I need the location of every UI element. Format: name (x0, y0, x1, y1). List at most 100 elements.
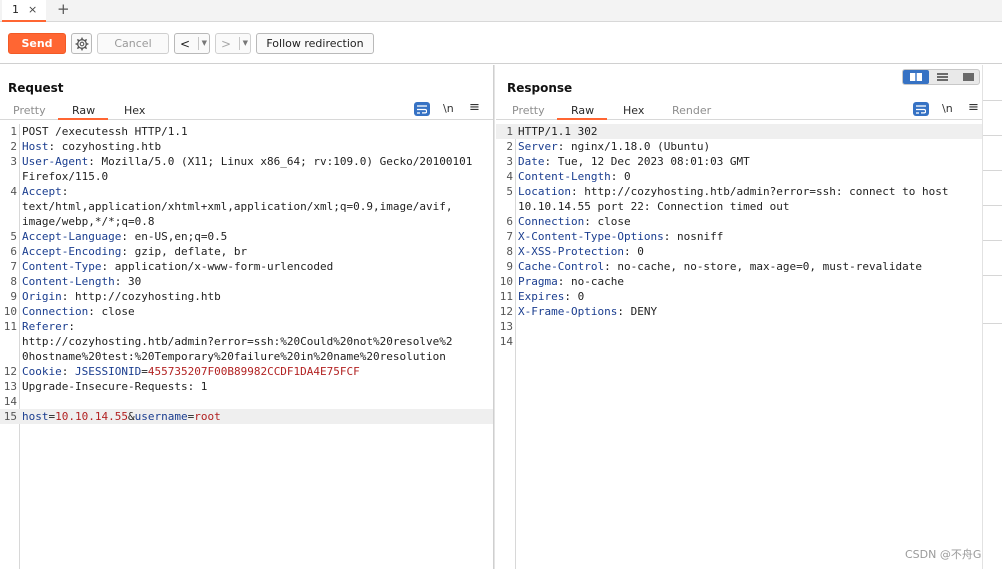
line-number: 2 (10, 140, 17, 153)
line-number: 5 (10, 230, 17, 243)
code-line: image/webp,*/*;q=0.8 (0, 214, 493, 229)
header-name: Connection (518, 215, 585, 228)
header-name: Location (518, 185, 571, 198)
tab-strip: 1 × + (0, 0, 1002, 22)
tab-hex[interactable]: Hex (124, 104, 145, 117)
code-line: 10.10.14.55 port 22: Connection timed ou… (496, 199, 982, 214)
code-line: 1 POST /executessh HTTP/1.1 (0, 124, 493, 139)
menu-icon[interactable]: ≡ (469, 100, 480, 115)
settings-gear-icon[interactable] (71, 33, 92, 54)
code-line: 10 Pragma: no-cache (496, 274, 982, 289)
pane-divider[interactable] (493, 65, 495, 569)
watermark: CSDN @不舟G (905, 548, 982, 561)
header-name: Content-Type (22, 260, 102, 273)
line-number: 1 (506, 125, 513, 138)
header-name: X-Frame-Options (518, 305, 618, 318)
sidebar-divider (983, 135, 1002, 136)
header-name: Referer (22, 320, 69, 333)
line-number: 9 (10, 290, 17, 303)
line-text: Referer: (22, 320, 82, 333)
cookie-value: 455735207F00B89982CCDF1DA4E75FCF (147, 365, 360, 378)
tab-raw[interactable]: Raw (571, 104, 594, 117)
header-name: Expires (518, 290, 565, 303)
tab-raw[interactable]: Raw (72, 104, 95, 117)
sidebar-divider (983, 100, 1002, 101)
line-text: host=10.10.14.55&username=root (22, 410, 221, 423)
send-button[interactable]: Send (8, 33, 66, 54)
add-tab-button[interactable]: + (57, 0, 70, 18)
line-text: HTTP/1.1 302 (518, 125, 598, 138)
line-number: 15 (3, 410, 17, 423)
line-number: 9 (506, 260, 513, 273)
line-number: 13 (3, 380, 17, 393)
header-name: Date (518, 155, 545, 168)
tab-pretty[interactable]: Pretty (13, 104, 46, 117)
tab-render[interactable]: Render (672, 104, 711, 117)
code-line: http://cozyhosting.htb/admin?error=ssh:%… (0, 334, 493, 349)
request-editor[interactable]: 1 POST /executessh HTTP/1.1 2 Host: cozyhos… (0, 124, 493, 569)
line-text: Connection: close (22, 305, 135, 318)
single-view-icon[interactable] (955, 70, 981, 84)
tab-close-icon[interactable]: × (28, 3, 37, 16)
tab-label: 1 (12, 3, 19, 16)
line-text: User-Agent: Mozilla/5.0 (X11; Linux x86_… (22, 155, 473, 168)
response-view-tabs: Pretty Raw Hex Render (496, 100, 982, 120)
param-value: 10.10.14.55 (55, 410, 128, 423)
forward-button[interactable]: > ▼ (215, 33, 251, 54)
header-name: Accept-Language (22, 230, 122, 243)
code-line: 3 User-Agent: Mozilla/5.0 (X11; Linux x86… (0, 154, 493, 169)
chevron-down-icon[interactable]: ▼ (197, 37, 207, 50)
chevron-down-icon[interactable]: ▼ (238, 37, 248, 50)
line-number: 11 (3, 320, 17, 333)
code-line: 9 Origin: http://cozyhosting.htb (0, 289, 493, 304)
cookie-name: JSESSIONID (75, 365, 142, 378)
code-line: 13 (496, 319, 982, 334)
code-line: 11 Expires: 0 (496, 289, 982, 304)
line-number: 7 (10, 260, 17, 273)
response-title: Response (507, 81, 573, 95)
code-line: 8 Content-Length: 30 (0, 274, 493, 289)
code-line: Firefox/115.0 (0, 169, 493, 184)
line-text: image/webp,*/*;q=0.8 (22, 215, 155, 228)
code-line: 14 (496, 334, 982, 349)
line-text: Upgrade-Insecure-Requests: 1 (22, 380, 208, 393)
tab-pretty[interactable]: Pretty (512, 104, 545, 117)
line-text: text/html,application/xhtml+xml,applicat… (22, 200, 453, 213)
line-number: 4 (506, 170, 513, 183)
cancel-button[interactable]: Cancel (97, 33, 169, 54)
code-line: 6 Connection: close (496, 214, 982, 229)
header-name: Connection (22, 305, 89, 318)
code-line: 4 Content-Length: 0 (496, 169, 982, 184)
split-view-icon[interactable] (903, 70, 929, 84)
response-pane: Response Pretty Raw Hex Render \n ≡ 1 HTT… (496, 65, 982, 569)
code-line: 7 X-Content-Type-Options: nosniff (496, 229, 982, 244)
follow-redirection-button[interactable]: Follow redirection (256, 33, 374, 54)
tab-hex[interactable]: Hex (623, 104, 644, 117)
header-name: Content-Length (22, 275, 115, 288)
line-text: Cookie: JSESSIONID=455735207F00B89982CCD… (22, 365, 360, 378)
code-line: 7 Content-Type: application/x-www-form-ur… (0, 259, 493, 274)
line-text: Cache-Control: no-cache, no-store, max-a… (518, 260, 922, 273)
wrap-lines-icon[interactable] (913, 102, 929, 116)
layout-toggle (902, 69, 980, 85)
newline-icon[interactable]: \n (443, 102, 454, 115)
line-number: 6 (506, 215, 513, 228)
back-button[interactable]: < ▼ (174, 33, 210, 54)
line-text: 10.10.14.55 port 22: Connection timed ou… (518, 200, 790, 213)
response-editor[interactable]: 1 HTTP/1.1 302 2 Server: nginx/1.18.0 (Ubun… (496, 124, 982, 569)
line-text: Content-Length: 0 (518, 170, 631, 183)
code-line: 14 (0, 394, 493, 409)
line-text: X-Content-Type-Options: nosniff (518, 230, 724, 243)
newline-icon[interactable]: \n (942, 102, 953, 115)
horizontal-view-icon[interactable] (929, 70, 955, 84)
line-text: Origin: http://cozyhosting.htb (22, 290, 221, 303)
wrap-lines-icon[interactable] (414, 102, 430, 116)
tab-1[interactable]: 1 × (2, 0, 46, 22)
code-line: 3 Date: Tue, 12 Dec 2023 08:01:03 GMT (496, 154, 982, 169)
code-line: 2 Server: nginx/1.18.0 (Ubuntu) (496, 139, 982, 154)
code-line: 12 X-Frame-Options: DENY (496, 304, 982, 319)
header-name: Host (22, 140, 49, 153)
line-number: 14 (3, 395, 17, 408)
menu-icon[interactable]: ≡ (968, 100, 979, 115)
line-text: Content-Type: application/x-www-form-url… (22, 260, 334, 273)
